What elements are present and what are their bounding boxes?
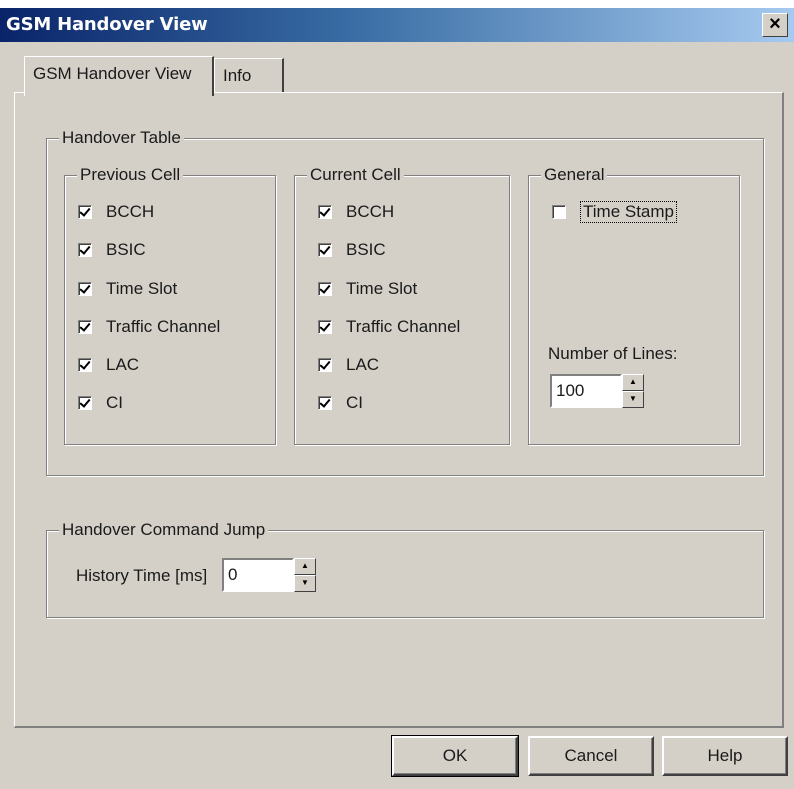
prev-traffic-channel-checkbox[interactable]: Traffic Channel (78, 314, 220, 340)
check-icon (318, 396, 332, 410)
spin-buttons: ▲ ▼ (294, 558, 316, 592)
close-icon: × (769, 13, 781, 35)
check-icon (318, 205, 332, 219)
check-icon (78, 282, 92, 296)
check-icon (318, 282, 332, 296)
help-button[interactable]: Help (662, 736, 788, 776)
curr-bcch-checkbox[interactable]: BCCH (318, 199, 394, 225)
history-time-label: History Time [ms] (76, 566, 208, 585)
spin-buttons: ▲ ▼ (622, 374, 644, 408)
prev-lac-checkbox[interactable]: LAC (78, 352, 139, 378)
spin-down-icon[interactable]: ▼ (622, 391, 644, 408)
prev-bcch-checkbox[interactable]: BCCH (78, 199, 154, 225)
group-label-handover-table: Handover Table (59, 127, 184, 149)
number-of-lines-spinner[interactable]: 100 ▲ ▼ (550, 374, 644, 408)
tab-label: GSM Handover View (33, 64, 192, 83)
close-button[interactable]: × (762, 13, 788, 37)
top-edge (0, 0, 794, 8)
prev-bsic-checkbox[interactable]: BSIC (78, 237, 146, 263)
curr-ci-checkbox[interactable]: CI (318, 390, 363, 416)
number-of-lines-label: Number of Lines: (548, 344, 678, 363)
number-of-lines-input[interactable]: 100 (550, 374, 622, 408)
check-icon (318, 358, 332, 372)
check-icon (78, 243, 92, 257)
prev-time-slot-checkbox[interactable]: Time Slot (78, 276, 177, 302)
check-icon (318, 320, 332, 334)
window-title: GSM Handover View (6, 14, 208, 35)
group-label-general: General (541, 164, 608, 186)
prev-ci-checkbox[interactable]: CI (78, 390, 123, 416)
title-bar[interactable]: GSM Handover View × (0, 8, 794, 42)
history-time-input[interactable]: 0 (222, 558, 294, 592)
curr-bsic-checkbox[interactable]: BSIC (318, 237, 386, 263)
check-icon (78, 358, 92, 372)
check-icon (318, 243, 332, 257)
spin-down-icon[interactable]: ▼ (294, 575, 316, 592)
tab-label: Info (223, 66, 252, 85)
spin-up-icon[interactable]: ▲ (294, 558, 316, 575)
check-icon (78, 396, 92, 410)
curr-traffic-channel-checkbox[interactable]: Traffic Channel (318, 314, 460, 340)
history-time-spinner[interactable]: 0 ▲ ▼ (222, 558, 316, 592)
check-icon (78, 320, 92, 334)
gsm-handover-dialog: GSM Handover View × GSM Handover View In… (0, 0, 794, 789)
group-label-previous-cell: Previous Cell (77, 164, 184, 186)
group-label-current-cell: Current Cell (307, 164, 404, 186)
tab-gsm-handover-view[interactable]: GSM Handover View (24, 56, 214, 96)
curr-time-slot-checkbox[interactable]: Time Slot (318, 276, 417, 302)
check-icon (78, 205, 92, 219)
time-stamp-checkbox[interactable]: Time Stamp (552, 199, 678, 225)
spin-up-icon[interactable]: ▲ (622, 374, 644, 391)
check-icon (552, 205, 566, 219)
curr-lac-checkbox[interactable]: LAC (318, 352, 379, 378)
ok-button[interactable]: OK (391, 735, 519, 777)
group-label-handover-command-jump: Handover Command Jump (59, 519, 269, 541)
cancel-button[interactable]: Cancel (528, 736, 654, 776)
tab-info[interactable]: Info (214, 58, 284, 92)
